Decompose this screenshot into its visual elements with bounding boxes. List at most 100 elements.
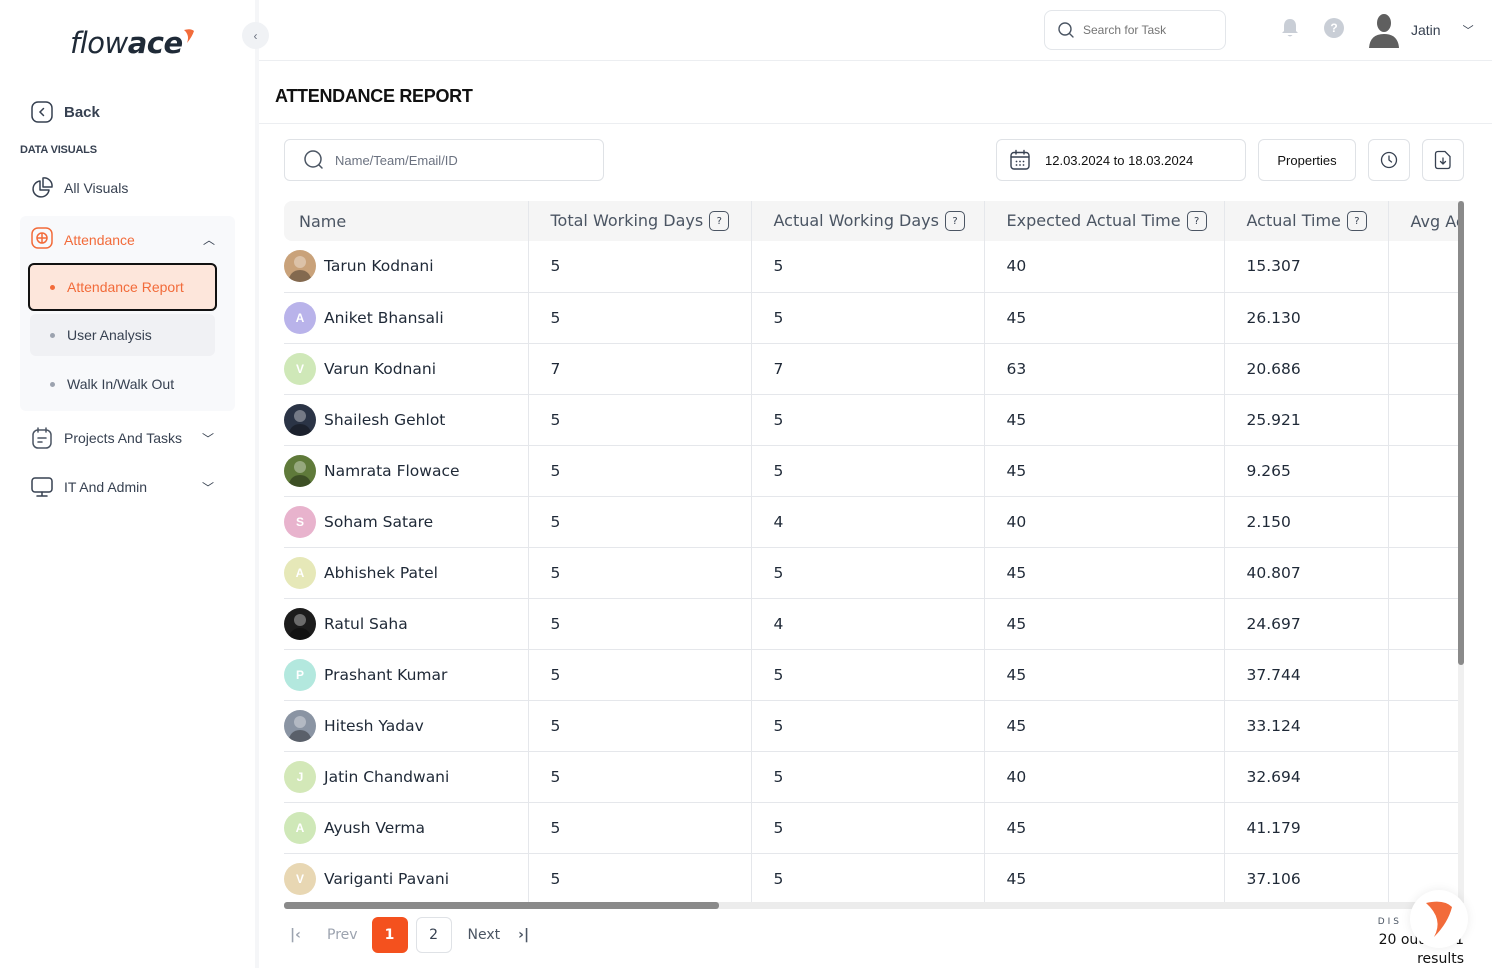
avatar: S [284, 505, 316, 538]
task-search[interactable] [1044, 10, 1226, 50]
table-row[interactable]: S Soham Satare 54402.1500.538 [284, 496, 1464, 548]
download-file-icon [1434, 150, 1451, 170]
actual-days-cell: 5 [751, 751, 985, 803]
expected-time-cell: 40 [984, 751, 1225, 803]
flowace-logo[interactable]: flowace [70, 26, 194, 60]
table-row[interactable]: Ratul Saha 544524.6976.174 [284, 598, 1464, 650]
member[interactable]: Hitesh Yadav [284, 709, 528, 742]
flowace-assistant-button[interactable] [1410, 890, 1468, 948]
vertical-scrollbar-thumb[interactable] [1458, 201, 1464, 665]
help-icon[interactable]: ? [1346, 211, 1367, 232]
member[interactable]: J Jatin Chandwani [284, 760, 528, 793]
sidebar-item-attendance-report[interactable]: Attendance Report [28, 263, 217, 311]
name-cell: Tarun Kodnani [284, 241, 529, 293]
date-range-picker[interactable]: 12.03.2024 to 18.03.2024 [996, 139, 1246, 181]
member[interactable]: A Aniket Bhansali [284, 301, 528, 334]
export-button[interactable] [1422, 139, 1464, 181]
sidebar-item-attendance[interactable]: Attendance ︿ [30, 226, 225, 253]
page-2-button[interactable]: 2 [415, 917, 452, 953]
column-header[interactable]: Name [284, 201, 529, 241]
column-header[interactable]: Actual Time? [1224, 201, 1389, 241]
table-row[interactable]: Namrata Flowace55459.2651.853 [284, 445, 1464, 497]
member-search-input[interactable] [335, 152, 585, 168]
member[interactable]: Tarun Kodnani [284, 250, 528, 283]
name-cell: J Jatin Chandwani [284, 751, 529, 803]
history-button[interactable] [1368, 139, 1410, 181]
first-page-button[interactable]: |‹ [290, 927, 314, 943]
attendance-table: Name Total Working Days? Actual Working Da… [284, 201, 1464, 903]
help-icon[interactable]: ? [1186, 211, 1207, 232]
avatar-photo [284, 709, 316, 742]
user-menu[interactable]: Jatin ﹀ [1367, 12, 1474, 48]
back-button[interactable]: Back [30, 100, 100, 124]
member[interactable]: Shailesh Gehlot [284, 403, 528, 436]
member-name: Ratul Saha [324, 614, 408, 633]
app-root: flowace Back DATA VISUALS All Visuals At… [0, 0, 1492, 968]
table-row[interactable]: JJatin Chandwani554032.6946.539 [284, 751, 1464, 803]
chevron-down-icon: ﹀ [1462, 25, 1474, 37]
table-row[interactable]: Hitesh Yadav554533.1246.625 [284, 700, 1464, 752]
sidebar-item-user-analysis[interactable]: User Analysis [30, 314, 215, 356]
bullet-icon [50, 332, 55, 338]
pie-chart-icon [30, 176, 54, 200]
total-days-cell: 5 [528, 700, 752, 752]
help-icon[interactable]: ? [709, 211, 730, 232]
sidebar-item-walk-in-walk-out[interactable]: Walk In/Walk Out [30, 363, 215, 405]
actual-days-cell: 5 [751, 853, 985, 903]
column-header-label: Expected Actual Time [1006, 210, 1181, 230]
total-days-cell: 5 [528, 292, 752, 344]
last-page-button[interactable]: ›| [518, 927, 529, 943]
table-row[interactable]: PPrashant Kumar554537.7447.549 [284, 649, 1464, 701]
page-1-button[interactable]: 1 [371, 917, 408, 953]
table-row[interactable]: Shailesh Gehlot554525.9215.184 [284, 394, 1464, 446]
expected-time-cell: 40 [984, 496, 1225, 548]
table-row[interactable]: AAbhishek Patel554540.8078.161 [284, 547, 1464, 599]
member[interactable]: A Ayush Verma [284, 811, 528, 844]
horizontal-scrollbar-thumb[interactable] [284, 902, 719, 909]
attendance-report-label: Attendance Report [67, 279, 184, 295]
member[interactable]: Namrata Flowace [284, 454, 528, 487]
prev-page-button[interactable]: Prev [327, 927, 358, 943]
member[interactable]: A Abhishek Patel [284, 556, 528, 589]
sidebar-item-all-visuals[interactable]: All Visuals [30, 176, 128, 200]
clock-icon [1380, 151, 1398, 169]
avg-cell: 8.161 [1388, 547, 1464, 599]
column-header[interactable]: Total Working Days? [528, 201, 752, 241]
notifications-button[interactable] [1281, 18, 1299, 43]
table-row[interactable]: VVariganti Pavani554537.1067.421 [284, 853, 1464, 903]
avatar: P [284, 658, 316, 691]
avg-cell: 6.539 [1388, 751, 1464, 803]
task-search-input[interactable] [1083, 23, 1203, 37]
sidebar-item-it-and-admin[interactable]: IT And Admin ﹀ [30, 475, 220, 499]
member[interactable]: S Soham Satare [284, 505, 528, 538]
horizontal-scrollbar[interactable] [284, 902, 1458, 909]
sidebar-item-projects-and-tasks[interactable]: Projects And Tasks ﹀ [30, 426, 220, 450]
table-row[interactable]: AAyush Verma554541.1798.236 [284, 802, 1464, 854]
member[interactable]: V Varun Kodnani [284, 352, 528, 385]
help-button[interactable]: ? [1324, 18, 1344, 38]
back-label: Back [64, 103, 100, 121]
bullet-icon [50, 284, 55, 290]
total-days-cell: 5 [528, 751, 752, 803]
column-header[interactable]: Expected Actual Time? [984, 201, 1225, 241]
actual-days-cell: 5 [751, 802, 985, 854]
table-row[interactable]: AAniket Bhansali554526.1305.226 [284, 292, 1464, 344]
user-analysis-label: User Analysis [67, 327, 152, 343]
avg-cell: 2.955 [1388, 343, 1464, 395]
member[interactable]: P Prashant Kumar [284, 658, 528, 691]
table-row[interactable]: VVarun Kodnani776320.6862.955 [284, 343, 1464, 395]
properties-button[interactable]: Properties [1258, 139, 1356, 181]
member-name: Namrata Flowace [324, 461, 460, 480]
expected-time-cell: 45 [984, 547, 1225, 599]
next-page-button[interactable]: Next [468, 927, 501, 943]
chevron-up-icon: ︿ [202, 233, 215, 247]
table-row[interactable]: Tarun Kodnani554015.3073.061 [284, 241, 1464, 293]
column-header[interactable]: Actual Working Days? [751, 201, 985, 241]
member[interactable]: Ratul Saha [284, 607, 528, 640]
vertical-scrollbar[interactable] [1458, 201, 1464, 903]
help-icon[interactable]: ? [944, 211, 965, 232]
column-header[interactable]: Avg Ac [1388, 201, 1464, 241]
member[interactable]: V Variganti Pavani [284, 862, 528, 895]
member-search[interactable] [284, 139, 604, 181]
bullet-icon [50, 381, 55, 387]
